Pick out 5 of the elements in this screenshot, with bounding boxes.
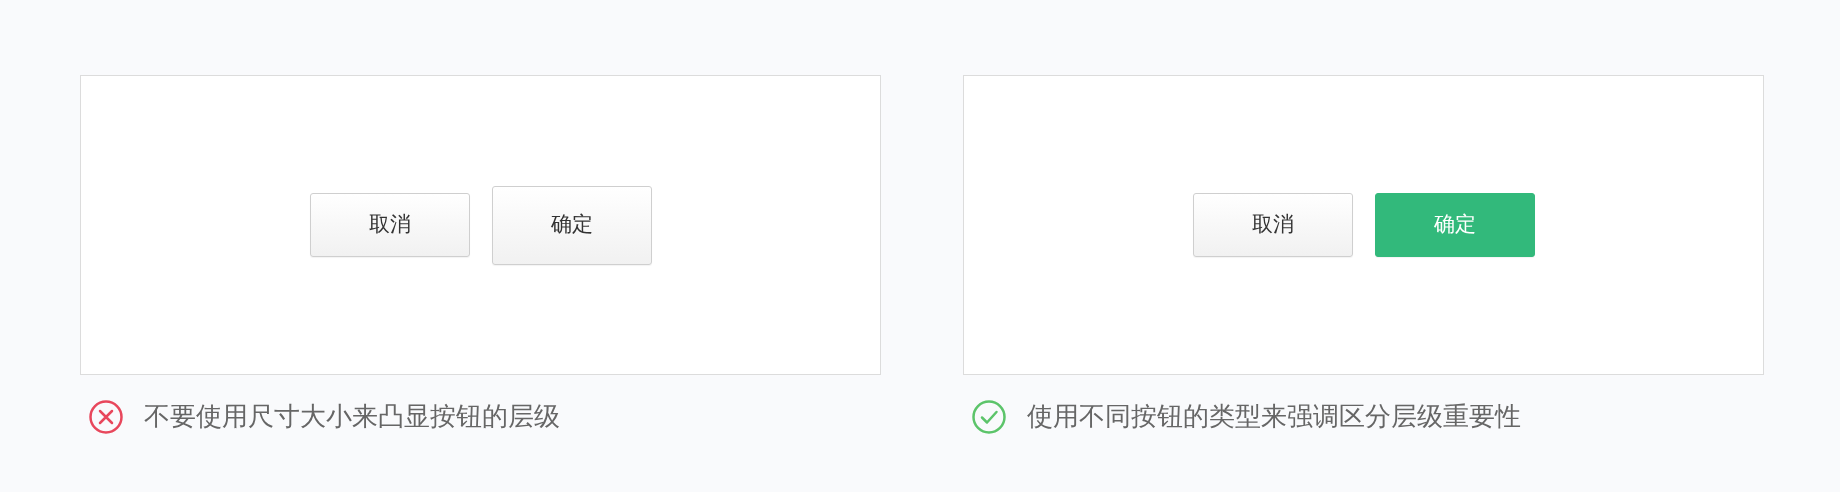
cancel-button[interactable]: 取消 — [309, 193, 470, 257]
caption-text: 使用不同按钮的类型来强调区分层级重要性 — [1027, 400, 1521, 433]
cancel-button[interactable]: 取消 — [1192, 193, 1353, 257]
confirm-button[interactable]: 确定 — [491, 185, 652, 265]
caption-text: 不要使用尺寸大小来凸显按钮的层级 — [144, 400, 560, 433]
